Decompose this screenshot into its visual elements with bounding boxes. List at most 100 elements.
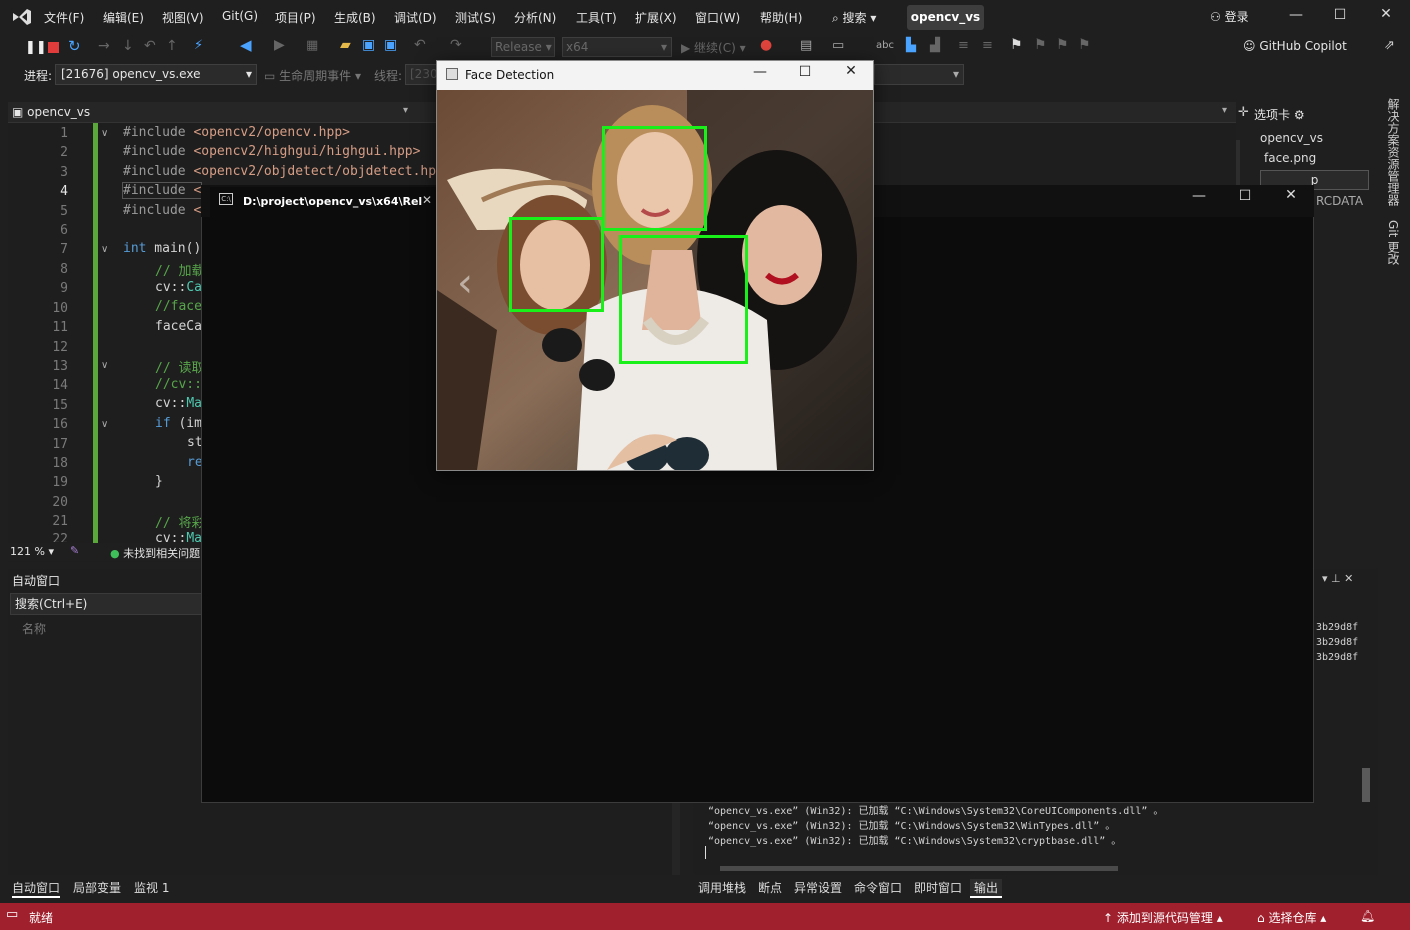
menu-test[interactable]: 测试(S) <box>455 9 496 26</box>
window-layout-icon[interactable]: ▭ <box>832 38 846 53</box>
solution-tab-header[interactable]: 选项卡 ⚙ <box>1254 106 1305 123</box>
member-dropdown-arrow-icon[interactable]: ▾ <box>1222 105 1227 116</box>
side-tab-solution-explorer[interactable]: 解决方案资源管理器 <box>1385 98 1402 206</box>
face-maximize-button[interactable]: ☐ <box>790 64 820 80</box>
menu-debug[interactable]: 调试(D) <box>394 9 437 26</box>
save-icon[interactable]: ▣ <box>362 37 376 53</box>
tab-command-window[interactable]: 命令窗口 <box>854 879 902 896</box>
menu-project[interactable]: 项目(P) <box>275 9 316 26</box>
minimize-button[interactable]: — <box>1281 7 1311 23</box>
undo-icon[interactable]: ↶ <box>414 37 428 53</box>
stop-icon[interactable] <box>48 42 59 53</box>
solution-item[interactable]: face.png <box>1264 151 1316 165</box>
pause-icon[interactable]: ❚❚ <box>25 40 47 55</box>
indent-icon[interactable]: ≡ <box>982 38 996 53</box>
project-dropdown[interactable]: ▣ opencv_vs <box>12 105 90 119</box>
open-folder-icon[interactable]: ▰ <box>340 37 354 53</box>
menu-build[interactable]: 生成(B) <box>334 9 376 26</box>
uncomment-icon[interactable]: ▟ <box>930 38 944 53</box>
menu-extensions[interactable]: 扩展(X) <box>635 9 677 26</box>
fold-collapse-icon[interactable]: ∨ <box>101 419 108 430</box>
add-tab-icon[interactable]: ✛ <box>1238 105 1249 120</box>
tab-exception-settings[interactable]: 异常设置 <box>794 879 842 896</box>
step-over-icon[interactable]: → <box>98 38 112 54</box>
forward-icon[interactable]: ▶ <box>274 37 288 53</box>
github-copilot-button[interactable]: ☺ GitHub Copilot <box>1243 39 1347 53</box>
menu-analyze[interactable]: 分析(N) <box>514 9 556 26</box>
close-panel-icon[interactable]: ✕ <box>1344 572 1353 585</box>
process-dropdown[interactable]: [21676] opencv_vs.exe ▾ <box>55 64 257 85</box>
notification-icon[interactable]: ▭ <box>6 907 18 922</box>
console-close-button[interactable]: ✕ <box>1276 187 1306 203</box>
output-window-controls[interactable]: ▾ ⊥ ✕ <box>1322 572 1353 585</box>
fold-collapse-icon[interactable]: ∨ <box>101 360 108 371</box>
new-item-icon[interactable]: ▦ <box>306 38 320 53</box>
face-minimize-button[interactable]: — <box>745 64 775 80</box>
save-all-icon[interactable]: ▣ <box>384 37 398 53</box>
pin-icon[interactable]: ⊥ <box>1331 572 1341 585</box>
restart-icon[interactable]: ↻ <box>68 37 82 55</box>
fold-collapse-icon[interactable]: ∨ <box>101 128 108 139</box>
prev-bookmark-icon[interactable]: ⚑ <box>1034 37 1048 53</box>
zoom-level[interactable]: 121 % ▾ <box>10 545 54 558</box>
maximize-button[interactable]: ☐ <box>1325 7 1355 23</box>
platform-dropdown[interactable]: x64 ▾ <box>562 37 672 57</box>
continue-button[interactable]: ▶ 继续(C) ▾ <box>681 39 746 56</box>
tab-output[interactable]: 输出 <box>970 879 1003 898</box>
menu-tools[interactable]: 工具(T) <box>576 9 617 26</box>
step-out-icon[interactable]: ↑ <box>166 38 180 54</box>
stack-frame-dropdown[interactable]: ▾ <box>874 64 964 85</box>
output-vertical-scrollbar[interactable] <box>1358 620 1376 860</box>
menu-help[interactable]: 帮助(H) <box>760 9 802 26</box>
close-button[interactable]: ✕ <box>1371 6 1401 22</box>
hot-reload-fire-icon[interactable]: ● <box>760 37 774 53</box>
menu-file[interactable]: 文件(F) <box>44 9 84 26</box>
comment-icon[interactable]: ▙ <box>906 38 920 53</box>
spell-check-icon[interactable]: abc <box>876 40 894 54</box>
autos-name-column[interactable]: 名称 <box>22 620 46 637</box>
tab-watch-1[interactable]: 监视 1 <box>134 879 169 896</box>
tab-breakpoints[interactable]: 断点 <box>758 879 782 896</box>
back-icon[interactable]: ◀ <box>240 36 254 54</box>
next-bookmark-icon[interactable]: ⚑ <box>1056 37 1070 53</box>
console-maximize-button[interactable]: ☐ <box>1230 188 1260 204</box>
solution-item[interactable]: opencv_vs <box>1260 131 1323 145</box>
output-horizontal-scrollbar[interactable] <box>700 863 1355 873</box>
search-menu[interactable]: ⌕ 搜索 ▾ <box>832 9 876 26</box>
feedback-icon[interactable]: ⇗ <box>1384 38 1395 53</box>
solution-item[interactable]: RCDATA <box>1316 194 1363 208</box>
lifecycle-events-button[interactable]: ▭ 生命周期事件 ▾ <box>264 67 361 84</box>
console-minimize-button[interactable]: — <box>1184 188 1214 204</box>
fold-collapse-icon[interactable]: ∨ <box>101 244 108 255</box>
add-source-control-button[interactable]: ↑ 添加到源代码管理 ▴ <box>1103 909 1223 926</box>
clear-bookmark-icon[interactable]: ⚑ <box>1078 37 1092 53</box>
tab-locals[interactable]: 局部变量 <box>73 879 121 896</box>
prev-image-arrow-icon[interactable]: ‹ <box>457 260 473 306</box>
thread-dropdown[interactable]: [230 <box>405 64 440 85</box>
menu-view[interactable]: 视图(V) <box>162 9 204 26</box>
select-repo-button[interactable]: ⌂ 选择仓库 ▴ <box>1257 909 1326 926</box>
hot-reload-icon[interactable]: ⚡ <box>194 38 208 53</box>
bookmark-icon[interactable]: ⚑ <box>1010 37 1024 53</box>
tab-call-stack[interactable]: 调用堆栈 <box>698 879 746 896</box>
tab-immediate-window[interactable]: 即时窗口 <box>914 879 962 896</box>
menu-git[interactable]: Git(G) <box>222 9 258 23</box>
step-into-icon[interactable]: ↓ <box>122 38 136 54</box>
issues-indicator[interactable]: ● 未找到相关问题 <box>110 545 200 561</box>
browse-icon[interactable]: ▤ <box>800 38 814 53</box>
outdent-icon[interactable]: ≡ <box>958 38 972 53</box>
hscroll-thumb[interactable] <box>720 866 1118 871</box>
step-back-icon[interactable]: ↶ <box>144 38 158 54</box>
intellicode-icon[interactable]: ✎ <box>70 544 79 557</box>
configuration-dropdown[interactable]: Release ▾ <box>491 37 555 57</box>
redo-icon[interactable]: ↷ <box>450 37 464 53</box>
login-button[interactable]: ⚇ 登录 <box>1210 8 1249 25</box>
tab-autos[interactable]: 自动窗口 <box>12 879 61 898</box>
console-tab-close-icon[interactable]: ✕ <box>422 193 432 207</box>
project-dropdown-arrow-icon[interactable]: ▾ <box>403 105 408 116</box>
face-close-button[interactable]: ✕ <box>836 63 866 79</box>
menu-edit[interactable]: 编辑(E) <box>103 9 144 26</box>
menu-window[interactable]: 窗口(W) <box>695 9 740 26</box>
bell-icon[interactable]: 🔔︎ <box>1360 909 1375 923</box>
visual-studio-logo-icon[interactable] <box>11 7 33 27</box>
